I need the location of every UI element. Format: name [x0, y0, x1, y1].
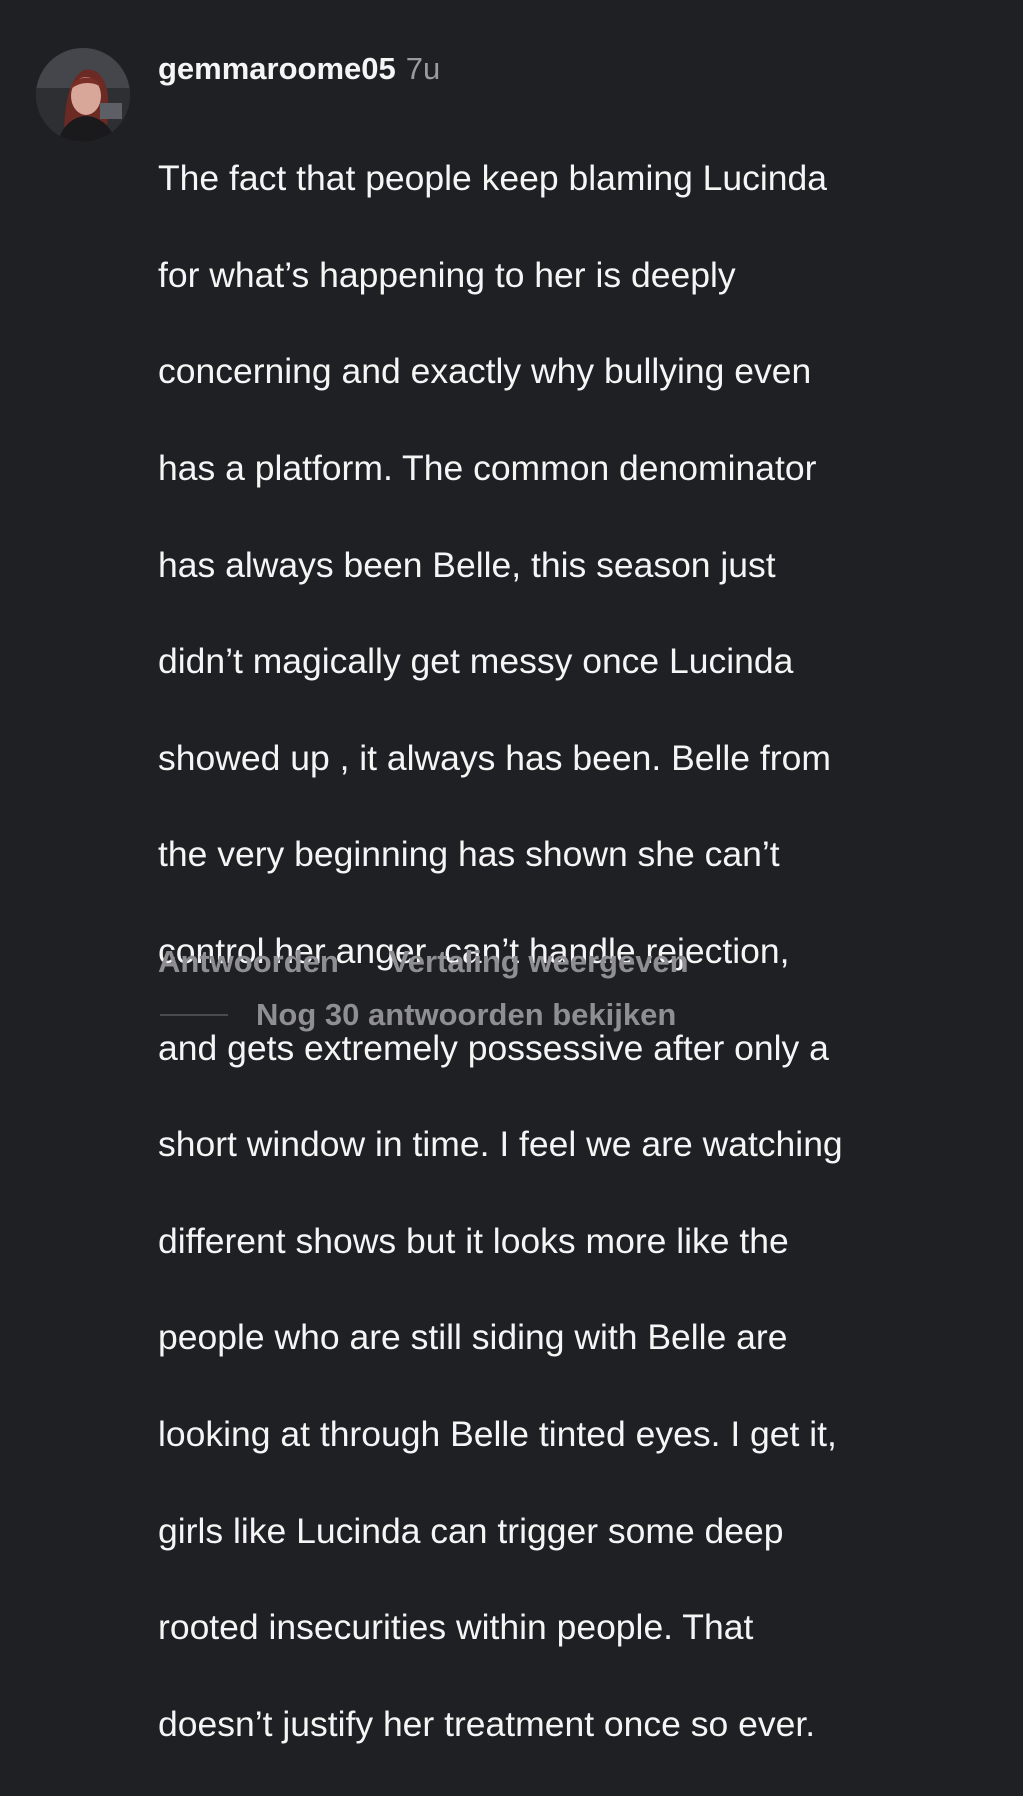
comment-line: different shows but it looks more like t… — [158, 1220, 789, 1261]
avatar[interactable] — [36, 48, 130, 142]
comment-line: short window in time. I feel we are watc… — [158, 1124, 843, 1165]
comment-line: didn’t magically get messy once Lucinda — [158, 641, 794, 682]
comment-actions: Antwoorden Vertaling weergeven — [158, 942, 689, 982]
username[interactable]: gemmaroome05 — [158, 51, 396, 86]
comment-line: rooted insecurities within people. That — [158, 1607, 754, 1648]
comment-line: The fact that people keep blaming Lucind… — [158, 158, 828, 199]
comment: gemmaroome05 7u The fact that people keep… — [0, 0, 1023, 1744]
view-replies-button[interactable]: Nog 30 antwoorden bekijken — [160, 995, 676, 1035]
replies-divider — [160, 1014, 228, 1016]
profile-photo-icon — [36, 48, 130, 142]
comment-line: showed up , it always has been. Belle fr… — [158, 737, 831, 778]
comment-line: for what’s happening to her is deeply — [158, 254, 736, 295]
comment-line: has a platform. The common denominator — [158, 448, 817, 489]
comment-line: people who are still siding with Belle a… — [158, 1317, 788, 1358]
translate-button[interactable]: Vertaling weergeven — [389, 944, 689, 979]
comment-line: girls like Lucinda can trigger some deep — [158, 1510, 784, 1551]
timestamp: 7u — [405, 51, 441, 86]
comment-line: doesn’t justify her treatment once so ev… — [158, 1703, 816, 1744]
comment-line: has always been Belle, this season just — [158, 544, 776, 585]
view-replies-label: Nog 30 antwoorden bekijken — [256, 997, 677, 1032]
comment-line: concerning and exactly why bullying even — [158, 351, 812, 392]
comment-line: looking at through Belle tinted eyes. I … — [158, 1414, 837, 1455]
comment-header: gemmaroome05 7u — [158, 50, 440, 88]
reply-button[interactable]: Antwoorden — [158, 944, 339, 979]
comment-line: the very beginning has shown she can’t — [158, 834, 780, 875]
